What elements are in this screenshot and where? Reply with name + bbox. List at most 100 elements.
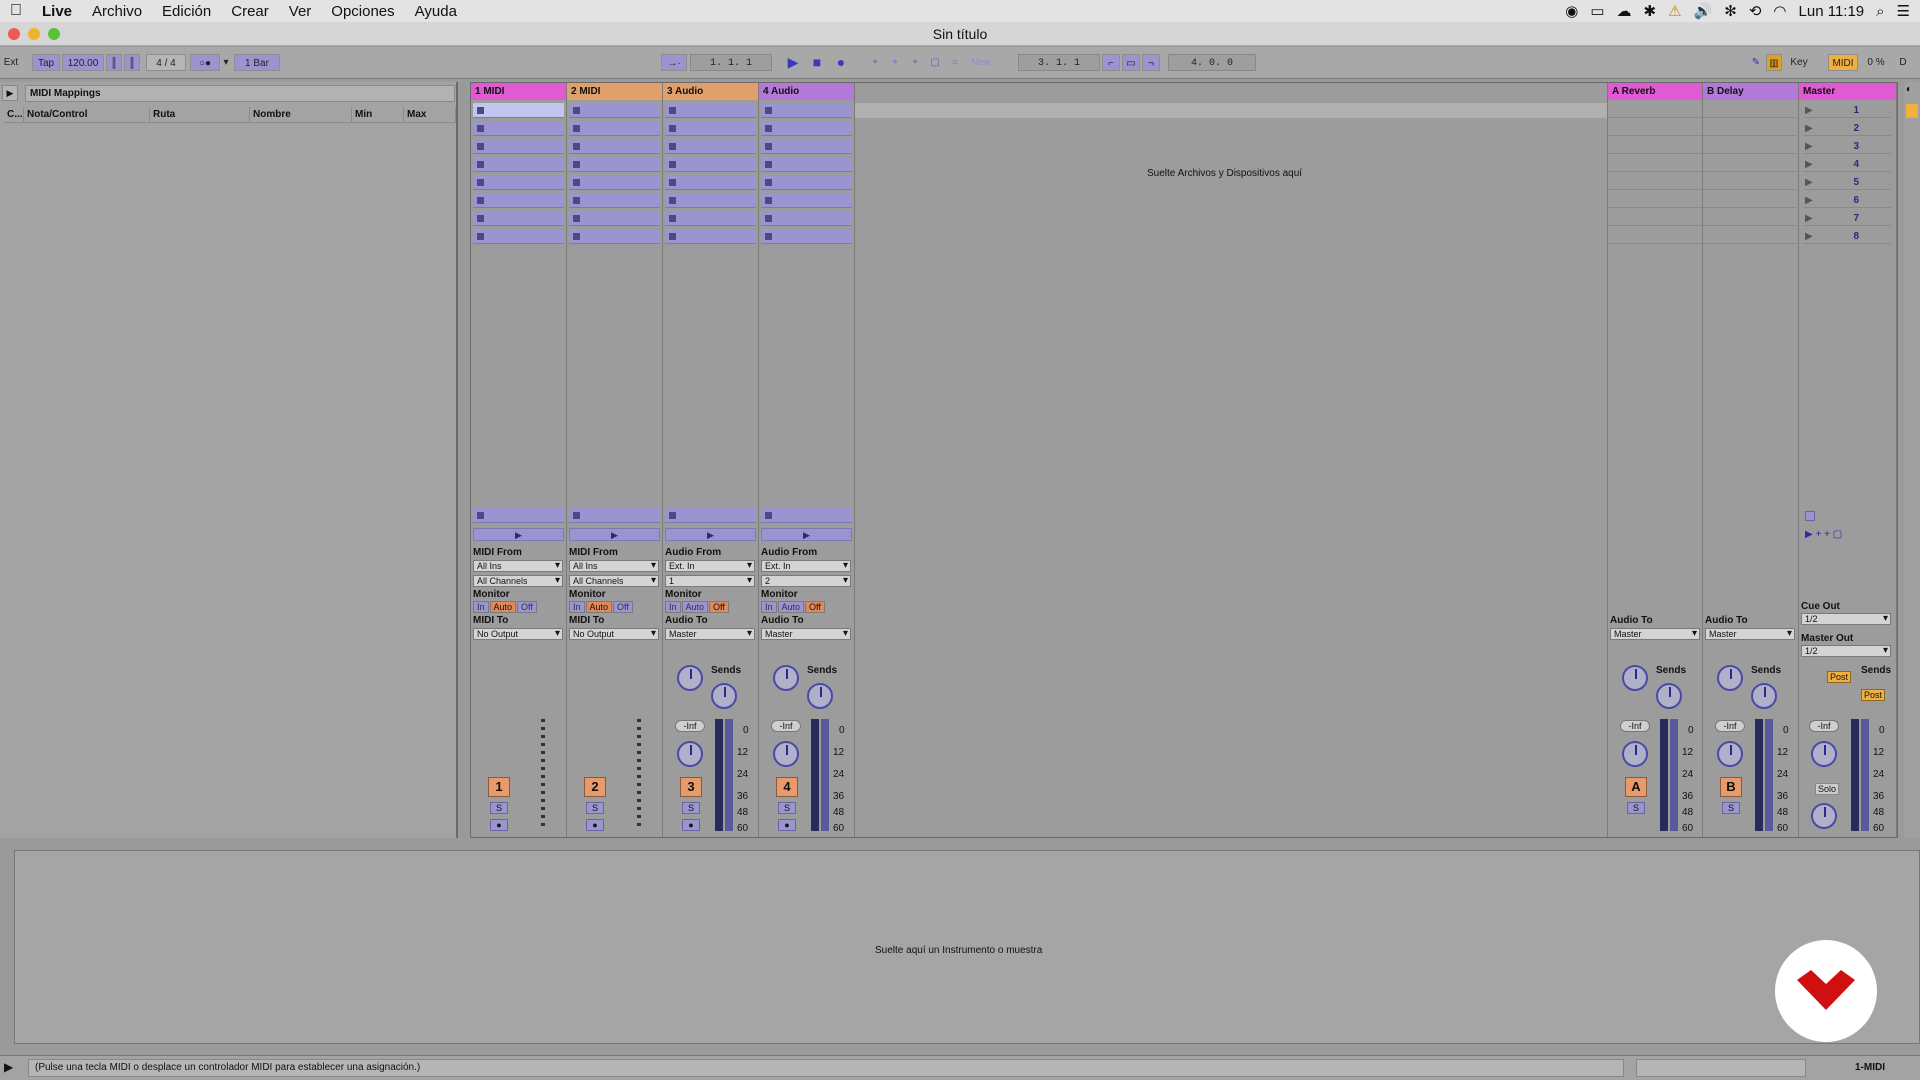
monitor-off-button[interactable]: Off bbox=[613, 601, 633, 613]
output-select[interactable]: Master bbox=[665, 628, 755, 640]
clip-slot[interactable] bbox=[761, 193, 852, 208]
scene-launch[interactable]: ▶ 4 bbox=[1803, 157, 1891, 172]
pan-knob[interactable] bbox=[1717, 741, 1743, 767]
session-record-icon[interactable]: ○ bbox=[946, 54, 964, 71]
monitor-in-button[interactable]: In bbox=[665, 601, 681, 613]
notification-center-icon[interactable]: ☰ bbox=[1897, 2, 1910, 20]
send-b-knob[interactable] bbox=[807, 683, 833, 709]
menu-opciones[interactable]: Opciones bbox=[321, 3, 404, 20]
clip-slot[interactable] bbox=[761, 139, 852, 154]
new-clip-button[interactable]: New bbox=[966, 54, 996, 71]
pan-knob[interactable] bbox=[773, 741, 799, 767]
punch-in-icon[interactable]: ⌐ bbox=[1102, 54, 1120, 71]
clip-slot[interactable] bbox=[761, 175, 852, 190]
monitor-off-button[interactable]: Off bbox=[709, 601, 729, 613]
clip-slot[interactable] bbox=[761, 157, 852, 172]
tempo-field[interactable]: 120.00 bbox=[62, 54, 104, 71]
col-note-control[interactable]: Nota/Control bbox=[24, 107, 150, 122]
volume-fader[interactable] bbox=[1861, 719, 1869, 831]
midi-map-button[interactable]: MIDI bbox=[1828, 54, 1858, 71]
computer-keyboard-icon[interactable]: ▥ bbox=[1766, 54, 1782, 71]
return-title[interactable]: A Reverb bbox=[1608, 83, 1702, 100]
menu-edicion[interactable]: Edición bbox=[152, 3, 221, 20]
scene-launch[interactable]: ▶ 7 bbox=[1803, 211, 1891, 226]
send-b-knob[interactable] bbox=[1656, 683, 1682, 709]
warning-icon[interactable]: ⚠ bbox=[1668, 2, 1681, 20]
clip-slot[interactable] bbox=[665, 157, 756, 172]
track-activator-button[interactable]: 1 bbox=[488, 777, 510, 797]
post-button[interactable]: Post bbox=[1861, 689, 1886, 701]
wifi-icon[interactable]: ◠ bbox=[1773, 2, 1786, 20]
loop-start-field[interactable]: 3. 1. 1 bbox=[1018, 54, 1100, 71]
record-status-icon[interactable]: ◉ bbox=[1565, 2, 1578, 20]
monitor-in-button[interactable]: In bbox=[569, 601, 585, 613]
send-a-knob[interactable] bbox=[773, 665, 799, 691]
input-type-select[interactable]: All Ins bbox=[473, 560, 563, 572]
solo-button[interactable]: S bbox=[490, 802, 508, 814]
solo-button[interactable]: S bbox=[778, 802, 796, 814]
track-activator-button[interactable]: 4 bbox=[776, 777, 798, 797]
tools-icon[interactable]: ✱ bbox=[1644, 2, 1657, 20]
reenable-automation-icon[interactable]: + bbox=[906, 54, 924, 71]
track-play-icon[interactable]: ▶ bbox=[473, 528, 564, 541]
draw-mode-icon[interactable]: ✎ bbox=[1748, 54, 1764, 71]
solo-button[interactable]: S bbox=[586, 802, 604, 814]
clip-slot[interactable] bbox=[569, 157, 660, 172]
key-map-button[interactable]: Key bbox=[1786, 54, 1812, 71]
clip-stop-button[interactable] bbox=[569, 508, 660, 523]
menu-archivo[interactable]: Archivo bbox=[82, 3, 152, 20]
close-window-button[interactable] bbox=[8, 28, 20, 40]
volume-readout[interactable]: -Inf bbox=[1620, 720, 1650, 732]
capture-icon[interactable]: ▢ bbox=[926, 54, 944, 71]
track-play-icon[interactable]: ▶ bbox=[569, 528, 660, 541]
overdub-icon[interactable]: + bbox=[866, 54, 884, 71]
apple-icon[interactable]:  bbox=[0, 2, 32, 20]
track-title[interactable]: 4 Audio bbox=[759, 83, 854, 100]
output-select[interactable]: Master bbox=[1610, 628, 1700, 640]
volume-icon[interactable]: 🔊 bbox=[1694, 2, 1713, 20]
stop-all-clips-icon[interactable] bbox=[1805, 511, 1815, 521]
volume-readout[interactable]: -Inf bbox=[675, 720, 705, 732]
record-icon[interactable]: ● bbox=[832, 54, 850, 71]
input-type-select[interactable]: All Ins bbox=[569, 560, 659, 572]
clip-slot[interactable] bbox=[473, 139, 564, 154]
browser-toggle-icon[interactable]: ▶ bbox=[2, 85, 18, 101]
master-play-controls-icon[interactable]: ▶ + + ▢ bbox=[1805, 529, 1842, 540]
clip-slot[interactable] bbox=[473, 157, 564, 172]
input-type-select[interactable]: Ext. In bbox=[761, 560, 851, 572]
input-channel-select[interactable]: 2 bbox=[761, 575, 851, 587]
input-channel-select[interactable]: All Channels bbox=[473, 575, 563, 587]
input-channel-select[interactable]: 1 bbox=[665, 575, 755, 587]
track-activator-button[interactable]: 2 bbox=[584, 777, 606, 797]
clip-stop-button[interactable] bbox=[665, 508, 756, 523]
arrangement-position[interactable]: 1. 1. 1 bbox=[690, 54, 772, 71]
monitor-auto-button[interactable]: Auto bbox=[489, 601, 517, 613]
clip-slot[interactable] bbox=[473, 229, 564, 244]
pan-knob[interactable] bbox=[1811, 741, 1837, 767]
menubar-clock[interactable]: Lun 11:19 bbox=[1799, 3, 1865, 20]
zoom-window-button[interactable] bbox=[48, 28, 60, 40]
clip-slot[interactable] bbox=[665, 175, 756, 190]
monitor-in-button[interactable]: In bbox=[761, 601, 777, 613]
clip-slot[interactable] bbox=[761, 229, 852, 244]
menu-ayuda[interactable]: Ayuda bbox=[405, 3, 467, 20]
punch-out-icon[interactable]: ¬ bbox=[1142, 54, 1160, 71]
automation-arm-icon[interactable]: ∘ bbox=[886, 54, 904, 71]
solo-button[interactable]: S bbox=[682, 802, 700, 814]
menu-crear[interactable]: Crear bbox=[221, 3, 279, 20]
input-channel-select[interactable]: All Channels bbox=[569, 575, 659, 587]
clip-slot[interactable] bbox=[473, 175, 564, 190]
monitor-off-button[interactable]: Off bbox=[805, 601, 825, 613]
clip-slot[interactable] bbox=[665, 139, 756, 154]
volume-readout[interactable]: -Inf bbox=[1809, 720, 1839, 732]
time-machine-icon[interactable]: ⟲ bbox=[1749, 2, 1762, 20]
nudge-up-icon[interactable]: ║ bbox=[124, 54, 140, 71]
menu-live[interactable]: Live bbox=[32, 3, 82, 20]
overview-toggle-icon[interactable]: ▶ bbox=[4, 1060, 13, 1074]
track-activator-button[interactable]: 3 bbox=[680, 777, 702, 797]
scene-launch[interactable]: ▶ 1 bbox=[1803, 103, 1891, 118]
clip-slot[interactable] bbox=[665, 103, 756, 118]
stop-icon[interactable]: ■ bbox=[808, 54, 826, 71]
input-type-select[interactable]: Ext. In bbox=[665, 560, 755, 572]
clip-slot[interactable] bbox=[761, 211, 852, 226]
